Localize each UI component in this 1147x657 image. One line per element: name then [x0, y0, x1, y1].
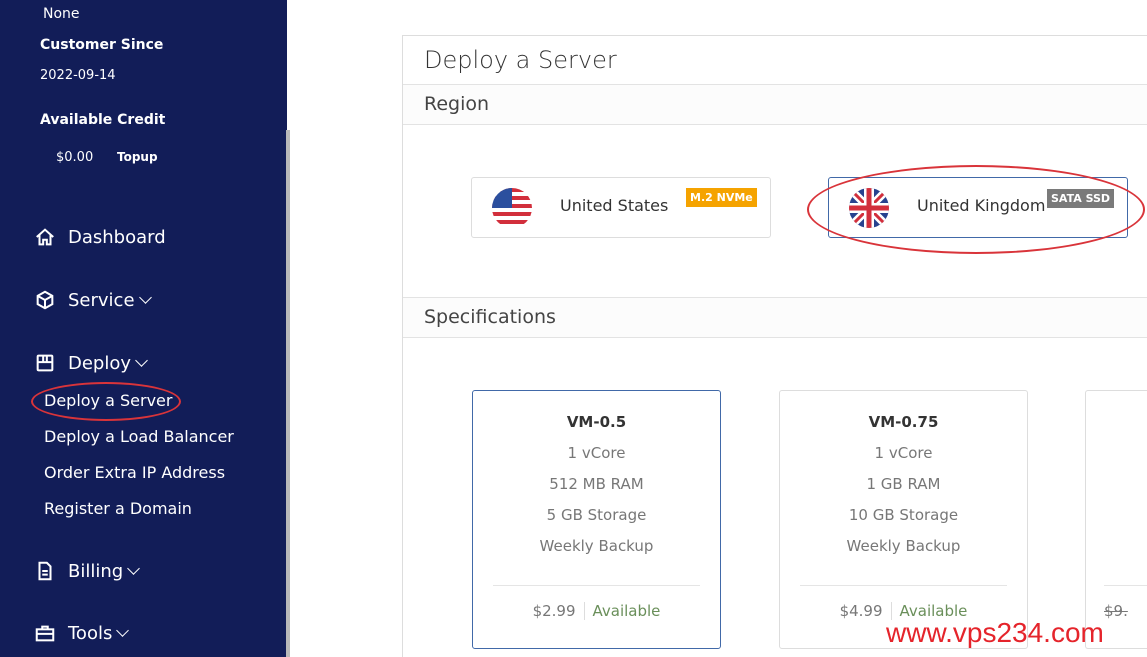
affiliate-value: None — [43, 6, 80, 22]
plan-name: VM-0.5 — [566, 413, 627, 431]
nav-deploy-load-balancer[interactable]: Deploy a Load Balancer — [44, 427, 234, 446]
annotation-ellipse-uk — [807, 165, 1145, 254]
plan-name: VM-0.75 — [868, 413, 939, 431]
nav-deploy[interactable]: Deploy — [34, 352, 148, 374]
plan-status: Available — [592, 602, 661, 620]
home-icon — [36, 228, 54, 246]
watermark: www.vps234.com — [886, 617, 1104, 648]
plan-card-vm-0.5[interactable]: VM-0.5 1 vCore 512 MB RAM 5 GB Storage W… — [472, 390, 721, 649]
region-name: United States — [560, 196, 669, 215]
nav-tools[interactable]: Tools — [34, 622, 130, 644]
nav-label: Tools — [68, 622, 113, 644]
chevron-down-icon — [127, 561, 141, 575]
plan-storage: 10 GB Storage — [848, 506, 959, 524]
plan-cpu: 1 vCore — [874, 444, 933, 462]
plan-backup: Weekly Backup — [539, 537, 654, 555]
plan-card-partial[interactable]: $9. — [1085, 390, 1147, 649]
plan-price: $9. — [1104, 602, 1128, 620]
plan-price: $4.99 — [831, 602, 892, 620]
cube-icon — [36, 290, 54, 310]
plan-backup: Weekly Backup — [846, 537, 961, 555]
customer-since-value: 2022-09-14 — [40, 68, 116, 83]
credit-value: $0.00 — [56, 150, 94, 165]
chevron-down-icon — [135, 353, 148, 367]
nav-dashboard[interactable]: Dashboard — [34, 226, 166, 248]
page-title: Deploy a Server — [424, 46, 617, 74]
nav-order-extra-ip[interactable]: Order Extra IP Address — [44, 463, 225, 482]
chevron-down-icon — [138, 290, 152, 304]
customer-since-label: Customer Since — [40, 37, 164, 53]
chevron-down-icon — [116, 623, 130, 637]
region-card-us[interactable]: United States M.2 NVMe — [471, 177, 771, 238]
sidebar: None Customer Since 2022-09-14 Available… — [0, 0, 287, 657]
plan-price: $2.99 — [524, 602, 585, 620]
nav-billing[interactable]: Billing — [34, 560, 141, 582]
nav-service[interactable]: Service — [34, 289, 152, 311]
region-header: Region — [403, 84, 1147, 125]
plan-cpu: 1 vCore — [567, 444, 626, 462]
annotation-ellipse-deploy-server — [31, 382, 181, 421]
nav-register-domain[interactable]: Register a Domain — [44, 499, 192, 518]
nav-label: Service — [68, 289, 135, 311]
box-icon — [36, 354, 54, 372]
storage-badge: M.2 NVMe — [686, 188, 757, 207]
toolbox-icon — [35, 625, 55, 642]
nav-label: Deploy — [68, 352, 132, 374]
deploy-panel: Deploy a Server Region United States M.2… — [402, 35, 1147, 657]
plan-ram: 1 GB RAM — [866, 475, 941, 493]
nav-label: Billing — [68, 560, 124, 582]
plan-card-vm-0.75[interactable]: VM-0.75 1 vCore 1 GB RAM 10 GB Storage W… — [779, 390, 1028, 649]
specifications-header: Specifications — [403, 297, 1147, 338]
plan-storage: 5 GB Storage — [546, 506, 647, 524]
sidebar-scrollbar[interactable] — [286, 130, 290, 657]
us-flag-icon — [492, 188, 532, 228]
nav-label: Dashboard — [68, 226, 166, 248]
document-icon — [38, 561, 52, 581]
topup-link[interactable]: Topup — [117, 150, 158, 164]
credit-label: Available Credit — [40, 112, 166, 128]
plan-ram: 512 MB RAM — [549, 475, 644, 493]
